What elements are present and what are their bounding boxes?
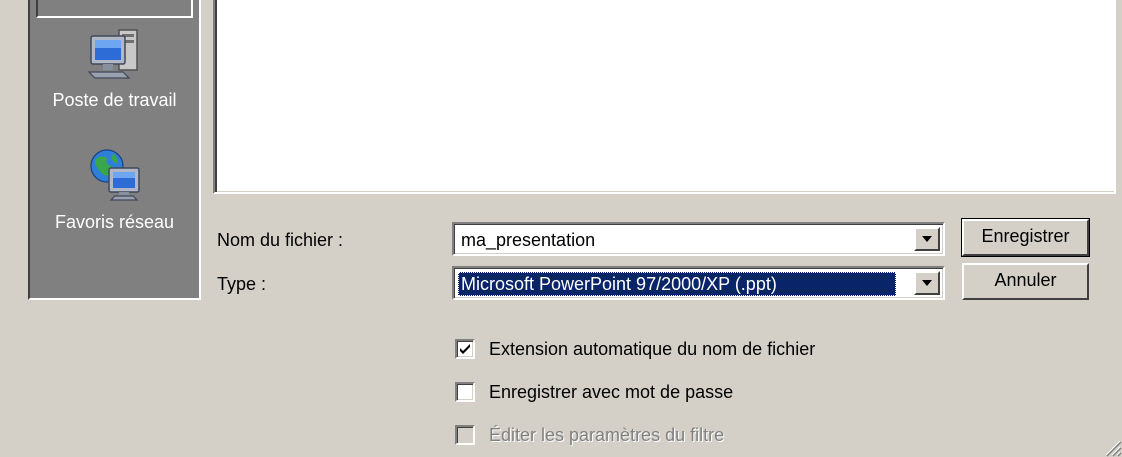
resize-grip-icon[interactable] bbox=[1098, 433, 1122, 457]
place-label: Favoris réseau bbox=[54, 212, 175, 232]
network-places-icon bbox=[89, 149, 140, 201]
auto-extension-label: Extension automatique du nom de fichier bbox=[489, 339, 816, 359]
file-list-view[interactable] bbox=[213, 0, 1116, 194]
save-with-password-label: Enregistrer avec mot de passe bbox=[489, 382, 734, 402]
edit-filter-settings-label: Éditer les paramètres du filtre bbox=[489, 425, 725, 445]
chevron-down-icon bbox=[922, 236, 932, 242]
save-with-password-checkbox[interactable] bbox=[455, 382, 475, 402]
checkmark-icon bbox=[460, 344, 470, 354]
filetype-selected-value[interactable]: Microsoft PowerPoint 97/2000/XP (.ppt) bbox=[458, 272, 896, 296]
place-my-computer[interactable]: Poste de travail bbox=[30, 22, 199, 111]
filetype-dropdown-button[interactable] bbox=[914, 271, 940, 295]
chevron-down-icon bbox=[922, 280, 932, 286]
filetype-combobox[interactable]: Microsoft PowerPoint 97/2000/XP (.ppt) bbox=[452, 266, 945, 300]
places-bar: Poste de travail Favoris réseau bbox=[28, 0, 201, 300]
filetype-label: Type : bbox=[217, 274, 267, 294]
filename-dropdown-button[interactable] bbox=[914, 227, 940, 251]
auto-extension-checkbox[interactable] bbox=[455, 339, 475, 359]
cancel-button[interactable]: Annuler bbox=[962, 263, 1089, 300]
save-button[interactable]: Enregistrer bbox=[961, 218, 1090, 257]
filename-input[interactable]: ma_presentation bbox=[458, 228, 598, 252]
place-label: Poste de travail bbox=[52, 90, 177, 110]
edit-filter-settings-checkbox bbox=[455, 425, 475, 445]
places-bar-previous-item[interactable] bbox=[36, 0, 193, 18]
filename-combobox[interactable]: ma_presentation bbox=[452, 222, 945, 256]
place-network-favorites[interactable]: Favoris réseau bbox=[30, 144, 199, 233]
my-computer-icon bbox=[87, 29, 138, 79]
filename-label: Nom du fichier : bbox=[217, 230, 344, 250]
